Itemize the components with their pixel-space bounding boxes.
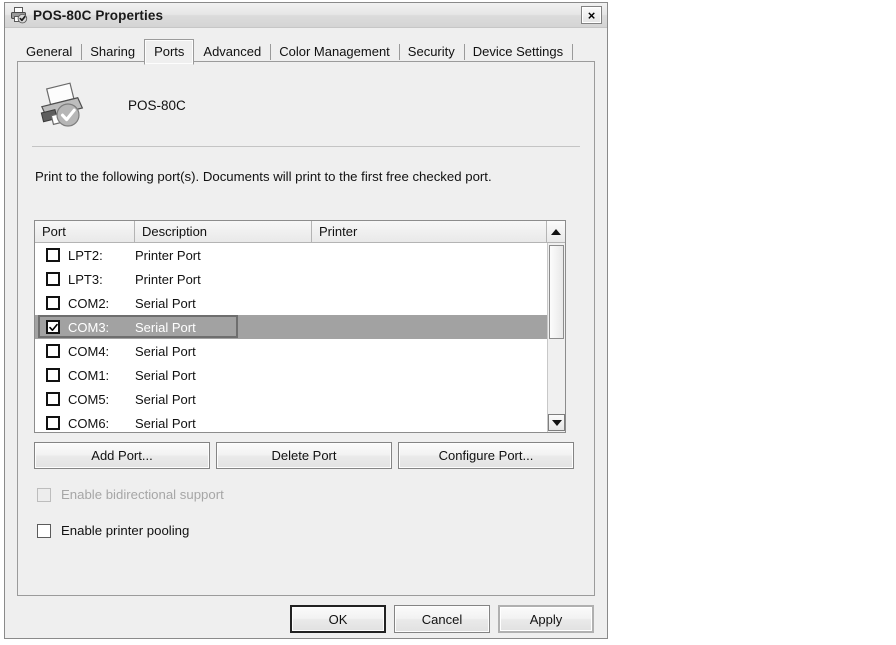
- instruction-text: Print to the following port(s). Document…: [35, 169, 492, 184]
- title-bar: POS-80C Properties ×: [5, 3, 607, 28]
- scrollbar-thumb[interactable]: [549, 245, 564, 339]
- cancel-button[interactable]: Cancel: [394, 605, 490, 633]
- close-icon[interactable]: ×: [581, 6, 602, 24]
- enable-bidirectional-support-label: Enable bidirectional support: [61, 487, 224, 502]
- tab-color-management[interactable]: Color Management: [270, 41, 399, 63]
- printer-header: POS-80C: [34, 82, 186, 128]
- tab-general[interactable]: General: [17, 41, 81, 63]
- tab-security[interactable]: Security: [398, 41, 464, 63]
- configure-port-button[interactable]: Configure Port...: [398, 442, 574, 469]
- tab-strip: General Sharing Ports Advanced Color Man…: [17, 39, 595, 65]
- enable-printer-pooling-row[interactable]: Enable printer pooling: [37, 523, 189, 538]
- table-row[interactable]: LPT2: Printer Port: [35, 243, 547, 267]
- printer-check-icon: [10, 6, 28, 24]
- port-checkbox[interactable]: [46, 296, 60, 310]
- column-header-description[interactable]: Description: [135, 221, 312, 242]
- port-checkbox[interactable]: [46, 272, 60, 286]
- table-row[interactable]: COM4: Serial Port: [35, 339, 547, 363]
- cell-port: COM3:: [68, 319, 110, 335]
- ok-button[interactable]: OK: [290, 605, 386, 633]
- table-row[interactable]: COM5: Serial Port: [35, 387, 547, 411]
- delete-port-button[interactable]: Delete Port: [216, 442, 392, 469]
- table-row[interactable]: COM1: Serial Port: [35, 363, 547, 387]
- cell-description: Printer Port: [135, 247, 201, 263]
- apply-button[interactable]: Apply: [498, 605, 594, 633]
- add-port-button[interactable]: Add Port...: [34, 442, 210, 469]
- window-title: POS-80C Properties: [33, 7, 164, 23]
- ports-list-body: LPT2: Printer Port LPT3: Printer Port CO…: [35, 243, 547, 432]
- printer-check-icon: [34, 82, 88, 128]
- port-checkbox-checked[interactable]: [46, 320, 60, 334]
- cell-port: LPT3:: [68, 271, 103, 287]
- table-row[interactable]: LPT3: Printer Port: [35, 267, 547, 291]
- cell-description: Serial Port: [135, 391, 196, 407]
- close-glyph: ×: [587, 7, 596, 23]
- cell-description: Serial Port: [135, 367, 196, 383]
- port-checkbox[interactable]: [46, 368, 60, 382]
- port-checkbox[interactable]: [46, 416, 60, 430]
- tab-strip-divider: [572, 44, 574, 60]
- cell-description: Serial Port: [135, 319, 196, 335]
- ports-list-header: Port Description Printer: [35, 221, 565, 243]
- tab-ports[interactable]: Ports: [144, 39, 195, 65]
- ports-tab-panel: POS-80C Print to the following port(s). …: [17, 61, 595, 596]
- enable-printer-pooling-label: Enable printer pooling: [61, 523, 190, 538]
- scroll-down-arrow-icon[interactable]: [548, 414, 565, 431]
- port-checkbox[interactable]: [46, 344, 60, 358]
- port-checkbox[interactable]: [46, 392, 60, 406]
- tab-device-settings[interactable]: Device Settings: [463, 41, 572, 63]
- scroll-up-glyph: [551, 228, 561, 235]
- ports-list-scrollbar[interactable]: [547, 243, 565, 432]
- port-checkbox[interactable]: [46, 248, 60, 262]
- cell-port: COM6:: [68, 415, 110, 431]
- enable-printer-pooling-checkbox[interactable]: [37, 523, 51, 538]
- scroll-down-glyph: [551, 419, 562, 426]
- ports-list[interactable]: Port Description Printer LPT2: Printer P…: [34, 220, 566, 433]
- cell-description: Printer Port: [135, 271, 201, 287]
- cell-port: COM1:: [68, 367, 110, 383]
- cell-description: Serial Port: [135, 415, 196, 431]
- cell-description: Serial Port: [135, 295, 196, 311]
- cell-port: COM4:: [68, 343, 110, 359]
- enable-bidirectional-support-row: Enable bidirectional support: [37, 487, 224, 502]
- column-header-port[interactable]: Port: [35, 221, 135, 242]
- scroll-up-arrow-icon[interactable]: [546, 221, 565, 242]
- printer-properties-dialog: POS-80C Properties × General Sharing Por…: [4, 2, 608, 639]
- header-divider: [32, 146, 580, 147]
- table-row[interactable]: COM6: Serial Port: [35, 411, 547, 432]
- cell-port: LPT2:: [68, 247, 103, 263]
- cell-port: COM5:: [68, 391, 110, 407]
- cell-description: Serial Port: [135, 343, 196, 359]
- tab-sharing[interactable]: Sharing: [81, 41, 144, 63]
- enable-bidirectional-support-checkbox: [37, 487, 51, 502]
- printer-name: POS-80C: [128, 97, 186, 113]
- column-header-printer[interactable]: Printer: [312, 221, 546, 242]
- cell-port: COM2:: [68, 295, 110, 311]
- tab-advanced[interactable]: Advanced: [194, 41, 270, 63]
- table-row-selected[interactable]: COM3: Serial Port: [35, 315, 547, 339]
- table-row[interactable]: COM2: Serial Port: [35, 291, 547, 315]
